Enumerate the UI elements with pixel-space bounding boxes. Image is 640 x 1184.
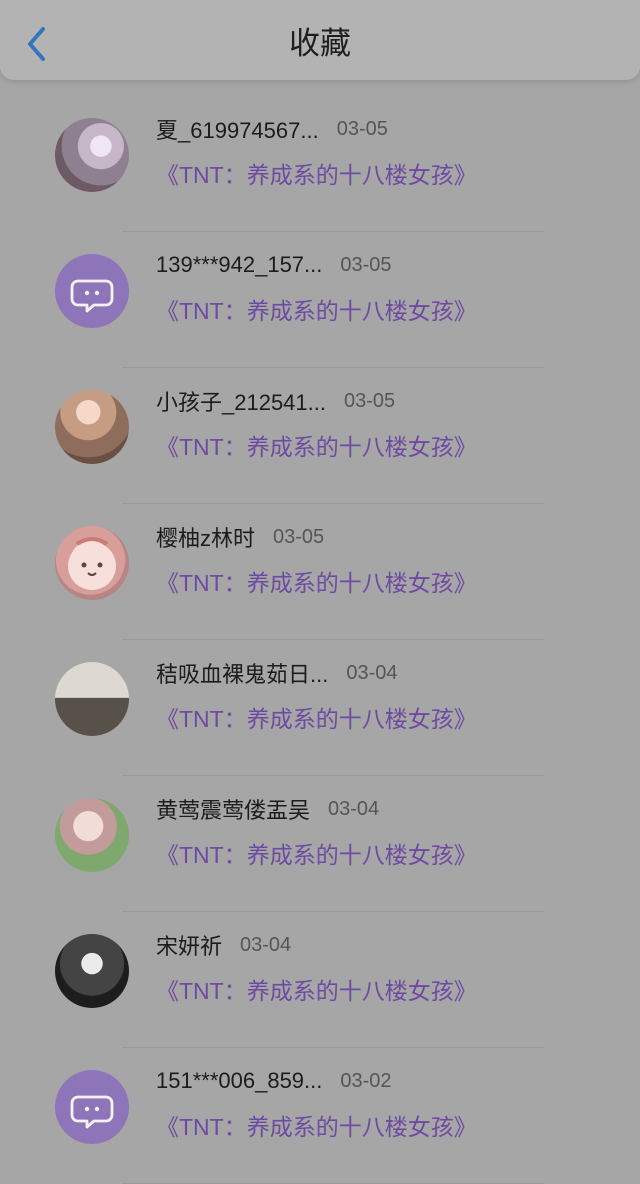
avatar xyxy=(55,390,129,464)
user-name: 黄莺震莺偻盂吴 xyxy=(156,798,311,823)
item-meta: 夏_619974567... 03-05 xyxy=(156,112,570,146)
work-link[interactable]: 《TNT：养成系的十八楼女孩》 xyxy=(156,836,477,870)
avatar xyxy=(55,1070,129,1144)
list-item[interactable]: 139***942_157... 03-05 《TNT：养成系的十八楼女孩》 xyxy=(0,232,640,368)
page-title: 收藏 xyxy=(289,26,351,62)
item-date: 03-05 xyxy=(273,525,325,548)
list-item[interactable]: 夏_619974567... 03-05 《TNT：养成系的十八楼女孩》 xyxy=(0,96,640,232)
user-name: 夏_619974567... xyxy=(156,118,319,143)
list-item[interactable]: 樱柚z林时 03-05 《TNT：养成系的十八楼女孩》 xyxy=(0,504,640,640)
item-meta: 151***006_859... 03-02 xyxy=(156,1064,570,1098)
item-date: 03-02 xyxy=(340,1069,392,1092)
avatar xyxy=(55,118,129,192)
work-link[interactable]: 《TNT：养成系的十八楼女孩》 xyxy=(156,972,477,1006)
user-name: 樱柚z林时 xyxy=(156,526,256,551)
work-link[interactable]: 《TNT：养成系的十八楼女孩》 xyxy=(156,428,477,462)
item-date: 03-04 xyxy=(328,797,380,820)
favorites-list: 夏_619974567... 03-05 《TNT：养成系的十八楼女孩》 139… xyxy=(0,96,640,1184)
header: 收藏 xyxy=(0,0,640,80)
avatar xyxy=(55,526,129,600)
item-date: 03-04 xyxy=(346,661,398,684)
user-name: 宋妍祈 xyxy=(156,934,223,959)
user-name: 小孩子_212541... xyxy=(156,390,326,415)
item-meta: 139***942_157... 03-05 xyxy=(156,248,570,282)
item-meta: 樱柚z林时 03-05 xyxy=(156,520,570,554)
item-meta: 黄莺震莺偻盂吴 03-04 xyxy=(156,792,570,826)
work-link[interactable]: 《TNT：养成系的十八楼女孩》 xyxy=(156,292,477,326)
item-meta: 小孩子_212541... 03-05 xyxy=(156,384,570,418)
user-name: 秸吸血裸鬼茹日... xyxy=(156,662,329,687)
item-date: 03-05 xyxy=(344,389,396,412)
avatar xyxy=(55,662,129,736)
avatar xyxy=(55,934,129,1008)
work-link[interactable]: 《TNT：养成系的十八楼女孩》 xyxy=(156,156,477,190)
list-item[interactable]: 黄莺震莺偻盂吴 03-04 《TNT：养成系的十八楼女孩》 xyxy=(0,776,640,912)
item-meta: 秸吸血裸鬼茹日... 03-04 xyxy=(156,656,570,690)
chat-bubble-icon xyxy=(55,254,129,328)
list-item[interactable]: 小孩子_212541... 03-05 《TNT：养成系的十八楼女孩》 xyxy=(0,368,640,504)
chat-bubble-icon xyxy=(55,1070,129,1144)
avatar xyxy=(55,254,129,328)
user-name: 151***006_859... xyxy=(156,1068,323,1093)
list-item[interactable]: 151***006_859... 03-02 《TNT：养成系的十八楼女孩》 xyxy=(0,1048,640,1184)
user-name: 139***942_157... xyxy=(156,252,323,277)
item-date: 03-04 xyxy=(240,933,292,956)
list-item[interactable]: 宋妍祈 03-04 《TNT：养成系的十八楼女孩》 xyxy=(0,912,640,1048)
item-date: 03-05 xyxy=(340,253,392,276)
work-link[interactable]: 《TNT：养成系的十八楼女孩》 xyxy=(156,1108,477,1142)
item-meta: 宋妍祈 03-04 xyxy=(156,928,570,962)
work-link[interactable]: 《TNT：养成系的十八楼女孩》 xyxy=(156,700,477,734)
avatar xyxy=(55,798,129,872)
list-item[interactable]: 秸吸血裸鬼茹日... 03-04 《TNT：养成系的十八楼女孩》 xyxy=(0,640,640,776)
cartoon-avatar-icon xyxy=(68,537,116,590)
work-link[interactable]: 《TNT：养成系的十八楼女孩》 xyxy=(156,564,477,598)
item-date: 03-05 xyxy=(336,117,388,140)
